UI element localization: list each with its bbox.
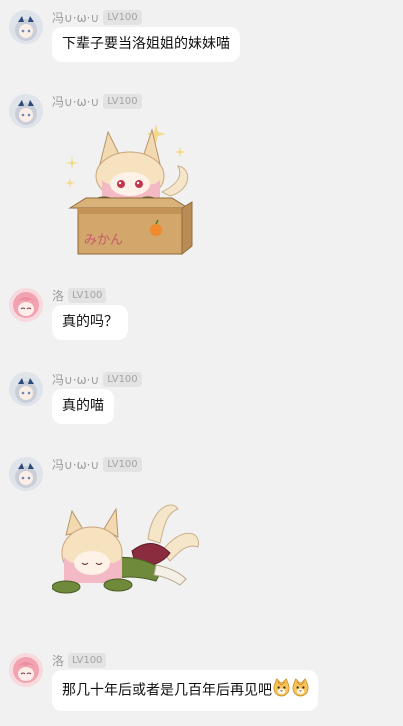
message-bubble[interactable]: 真的吗？ <box>52 305 128 340</box>
message-meta: 冯∪·ω·∪ LV100 <box>52 455 142 473</box>
level-badge: LV100 <box>68 652 107 668</box>
avatar-luo[interactable] <box>9 653 43 687</box>
cat-face-emoji <box>291 678 310 703</box>
gray-hair-girl-icon <box>9 94 43 128</box>
message-text: 真的吗？ <box>62 314 118 330</box>
sender-name[interactable]: 洛 <box>52 287 64 304</box>
message-text: 那几十年后或者是几百年后再见吧 <box>62 682 272 699</box>
level-badge: LV100 <box>103 93 142 109</box>
message-meta: 洛 LV100 <box>52 286 107 304</box>
fox-girl-lying-sticker[interactable] <box>51 495 202 610</box>
sender-name[interactable]: 冯∪·ω·∪ <box>52 9 99 26</box>
gray-hair-girl-icon <box>9 457 43 491</box>
avatar-feng[interactable] <box>9 10 43 44</box>
level-badge: LV100 <box>103 9 142 25</box>
message-bubble[interactable]: 那几十年后或者是几百年后再见吧 <box>52 670 318 711</box>
message-bubble[interactable]: 下辈子要当洛姐姐的妹妹喵 <box>52 27 240 62</box>
cat-face-emoji <box>272 678 291 703</box>
level-badge: LV100 <box>68 287 107 303</box>
message-text: 真的喵 <box>62 398 104 414</box>
message-meta: 冯∪·ω·∪ LV100 <box>52 8 142 26</box>
pink-hair-girl-icon <box>9 653 43 687</box>
sender-name[interactable]: 冯∪·ω·∪ <box>52 371 99 388</box>
message-meta: 冯∪·ω·∪ LV100 <box>52 370 142 388</box>
gray-hair-girl-icon <box>9 10 43 44</box>
sender-name[interactable]: 冯∪·ω·∪ <box>52 456 99 473</box>
gray-hair-girl-icon <box>9 372 43 406</box>
fox-girl-in-box-sticker[interactable]: みかん <box>52 120 202 260</box>
avatar-luo[interactable] <box>9 288 43 322</box>
message-bubble[interactable]: 真的喵 <box>52 389 114 424</box>
avatar-feng[interactable] <box>9 94 43 128</box>
level-badge: LV100 <box>103 371 142 387</box>
avatar-feng[interactable] <box>9 457 43 491</box>
level-badge: LV100 <box>103 456 142 472</box>
message-meta: 冯∪·ω·∪ LV100 <box>52 92 142 110</box>
message-meta: 洛 LV100 <box>52 651 107 669</box>
box-label: みかん <box>84 233 123 248</box>
message-text: 下辈子要当洛姐姐的妹妹喵 <box>62 36 230 52</box>
sender-name[interactable]: 洛 <box>52 652 64 669</box>
avatar-feng[interactable] <box>9 372 43 406</box>
pink-hair-girl-icon <box>9 288 43 322</box>
sender-name[interactable]: 冯∪·ω·∪ <box>52 93 99 110</box>
